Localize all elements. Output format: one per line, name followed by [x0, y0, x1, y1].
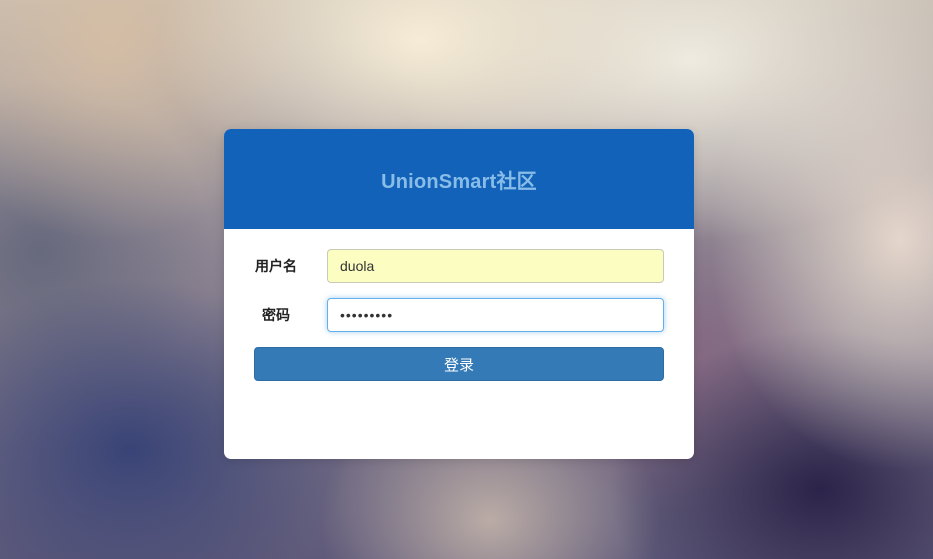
login-panel-header: UnionSmart社区 — [224, 129, 694, 229]
login-panel: UnionSmart社区 用户名 密码 登录 — [224, 129, 694, 459]
username-row: 用户名 — [224, 249, 694, 283]
username-label: 用户名 — [255, 258, 297, 274]
login-button[interactable]: 登录 — [254, 347, 664, 381]
password-label: 密码 — [262, 307, 290, 323]
username-input[interactable] — [327, 249, 664, 283]
password-input[interactable] — [327, 298, 664, 332]
password-row: 密码 — [224, 298, 694, 332]
page-title: UnionSmart社区 — [381, 170, 537, 193]
